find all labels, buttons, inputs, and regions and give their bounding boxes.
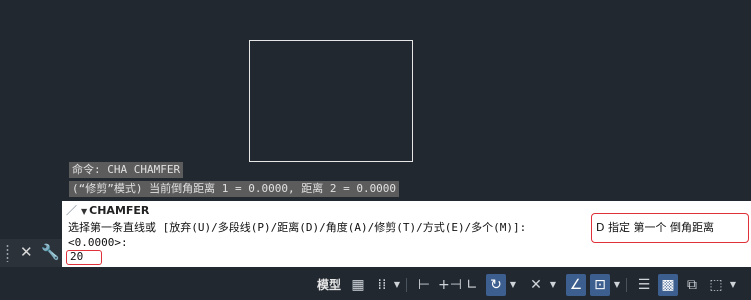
model-space-button[interactable]: 模型 [314, 273, 344, 297]
drawn-rectangle[interactable] [249, 40, 413, 162]
polar-chevron-down-icon[interactable]: ▼ [508, 274, 518, 296]
infer-constraint-icon[interactable]: ⊢ [414, 274, 434, 296]
status-separator [406, 278, 407, 292]
polar-tracking-icon[interactable]: ↻ [486, 274, 506, 296]
pencil-icon: ／ [66, 204, 77, 217]
selection-cycling-icon[interactable]: ⧉ [682, 274, 702, 296]
command-prompt-default: <0.0000>: [68, 236, 128, 249]
object-snap-icon[interactable]: ⊡ [590, 274, 610, 296]
drag-grip-handle[interactable] [6, 244, 9, 262]
command-input-field[interactable]: 20 [66, 250, 102, 265]
annotation-hint-box: D 指定 第一个 倒角距离 [591, 213, 749, 243]
status-separator [626, 278, 627, 292]
transparency-icon[interactable]: ▩ [658, 274, 678, 296]
dynamic-input-icon[interactable]: +⊣ [438, 274, 462, 296]
3d-osnap-icon[interactable]: ⬚ [706, 274, 726, 296]
3d-osnap-chevron-down-icon[interactable]: ▼ [728, 274, 738, 296]
active-command-header: ／ ▼ CHAMFER [66, 204, 149, 218]
command-prompt-options[interactable]: 选择第一条直线或 [放弃(U)/多段线(P)/距离(D)/角度(A)/修剪(T)… [68, 220, 526, 235]
grid-icon[interactable]: ▦ [348, 274, 368, 296]
customize-wrench-icon[interactable]: 🔧 [41, 243, 60, 261]
command-line-panel: ／ ▼ CHAMFER 选择第一条直线或 [放弃(U)/多段线(P)/距离(D)/角… [62, 201, 751, 267]
command-history-line-2: (“修剪”模式) 当前倒角距离 1 = 0.0000, 距离 2 = 0.000… [69, 181, 400, 197]
isometric-chevron-down-icon[interactable]: ▼ [548, 274, 558, 296]
ortho-icon[interactable]: ∟ [462, 274, 482, 296]
close-icon[interactable]: ✕ [20, 243, 33, 261]
dropdown-triangle-icon[interactable]: ▼ [81, 207, 87, 216]
snap-dots-icon[interactable]: ⁞⁞ [372, 274, 392, 296]
command-history-line-1: 命令: CHA CHAMFER [69, 162, 184, 178]
lineweight-icon[interactable]: ☰ [634, 274, 654, 296]
isometric-icon[interactable]: ✕ [526, 274, 546, 296]
snap-mode-chevron-down-icon[interactable]: ▼ [392, 274, 402, 296]
active-command-name: CHAMFER [89, 204, 150, 217]
object-snap-tracking-icon[interactable]: ∠ [566, 274, 586, 296]
osnap-chevron-down-icon[interactable]: ▼ [612, 274, 622, 296]
